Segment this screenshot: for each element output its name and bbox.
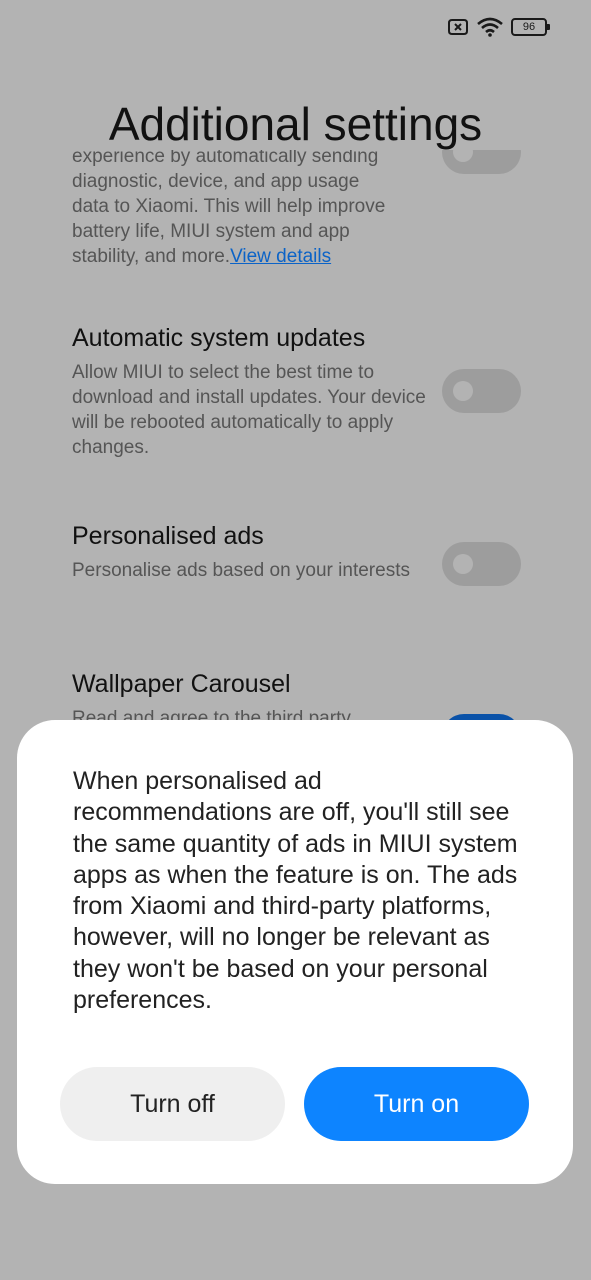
auto-updates-toggle[interactable] <box>442 369 521 413</box>
desc-line: battery life, MIUI system and app <box>72 221 350 242</box>
setting-title: Personalised ads <box>72 522 264 550</box>
setting-desc: Personalise ads based on your interests <box>72 560 410 581</box>
desc-line: data to Xiaomi. This will help improve <box>72 196 386 217</box>
status-bar-overlay: 96 <box>447 14 550 40</box>
view-details-link[interactable]: View details <box>230 246 331 267</box>
desc-line: diagnostic, device, and app usage <box>72 171 360 192</box>
turn-on-button[interactable]: Turn on <box>304 1067 529 1141</box>
battery-level: 96 <box>522 21 536 33</box>
dialog-message: When personalised ad recommendations are… <box>73 767 518 1015</box>
setting-desc: Allow MIUI to select the best time to do… <box>72 362 426 458</box>
toggle-knob <box>453 554 473 574</box>
desc-text: stability, and more. <box>72 246 231 267</box>
setting-title: Automatic system updates <box>72 324 366 352</box>
setting-usage-data: experience by automatically sending diag… <box>72 138 432 269</box>
battery-icon: 96 <box>511 18 550 36</box>
turn-off-button[interactable]: Turn off <box>60 1067 285 1141</box>
setting-personalised-ads[interactable]: Personalised ads Personalise ads based o… <box>72 520 432 583</box>
setting-usage-data-desc: experience by automatically sending diag… <box>72 144 432 269</box>
setting-title: Wallpaper Carousel <box>72 670 291 698</box>
page-title: Additional settings <box>108 98 483 150</box>
desc-line: stability, and more.View details <box>72 244 432 269</box>
wifi-icon <box>477 17 503 37</box>
personalised-ads-toggle[interactable] <box>442 542 521 586</box>
sim-off-icon <box>448 19 468 35</box>
setting-auto-updates[interactable]: Automatic system updates Allow MIUI to s… <box>72 322 432 460</box>
toggle-knob <box>453 381 473 401</box>
personalised-ads-dialog: When personalised ad recommendations are… <box>17 720 573 1184</box>
